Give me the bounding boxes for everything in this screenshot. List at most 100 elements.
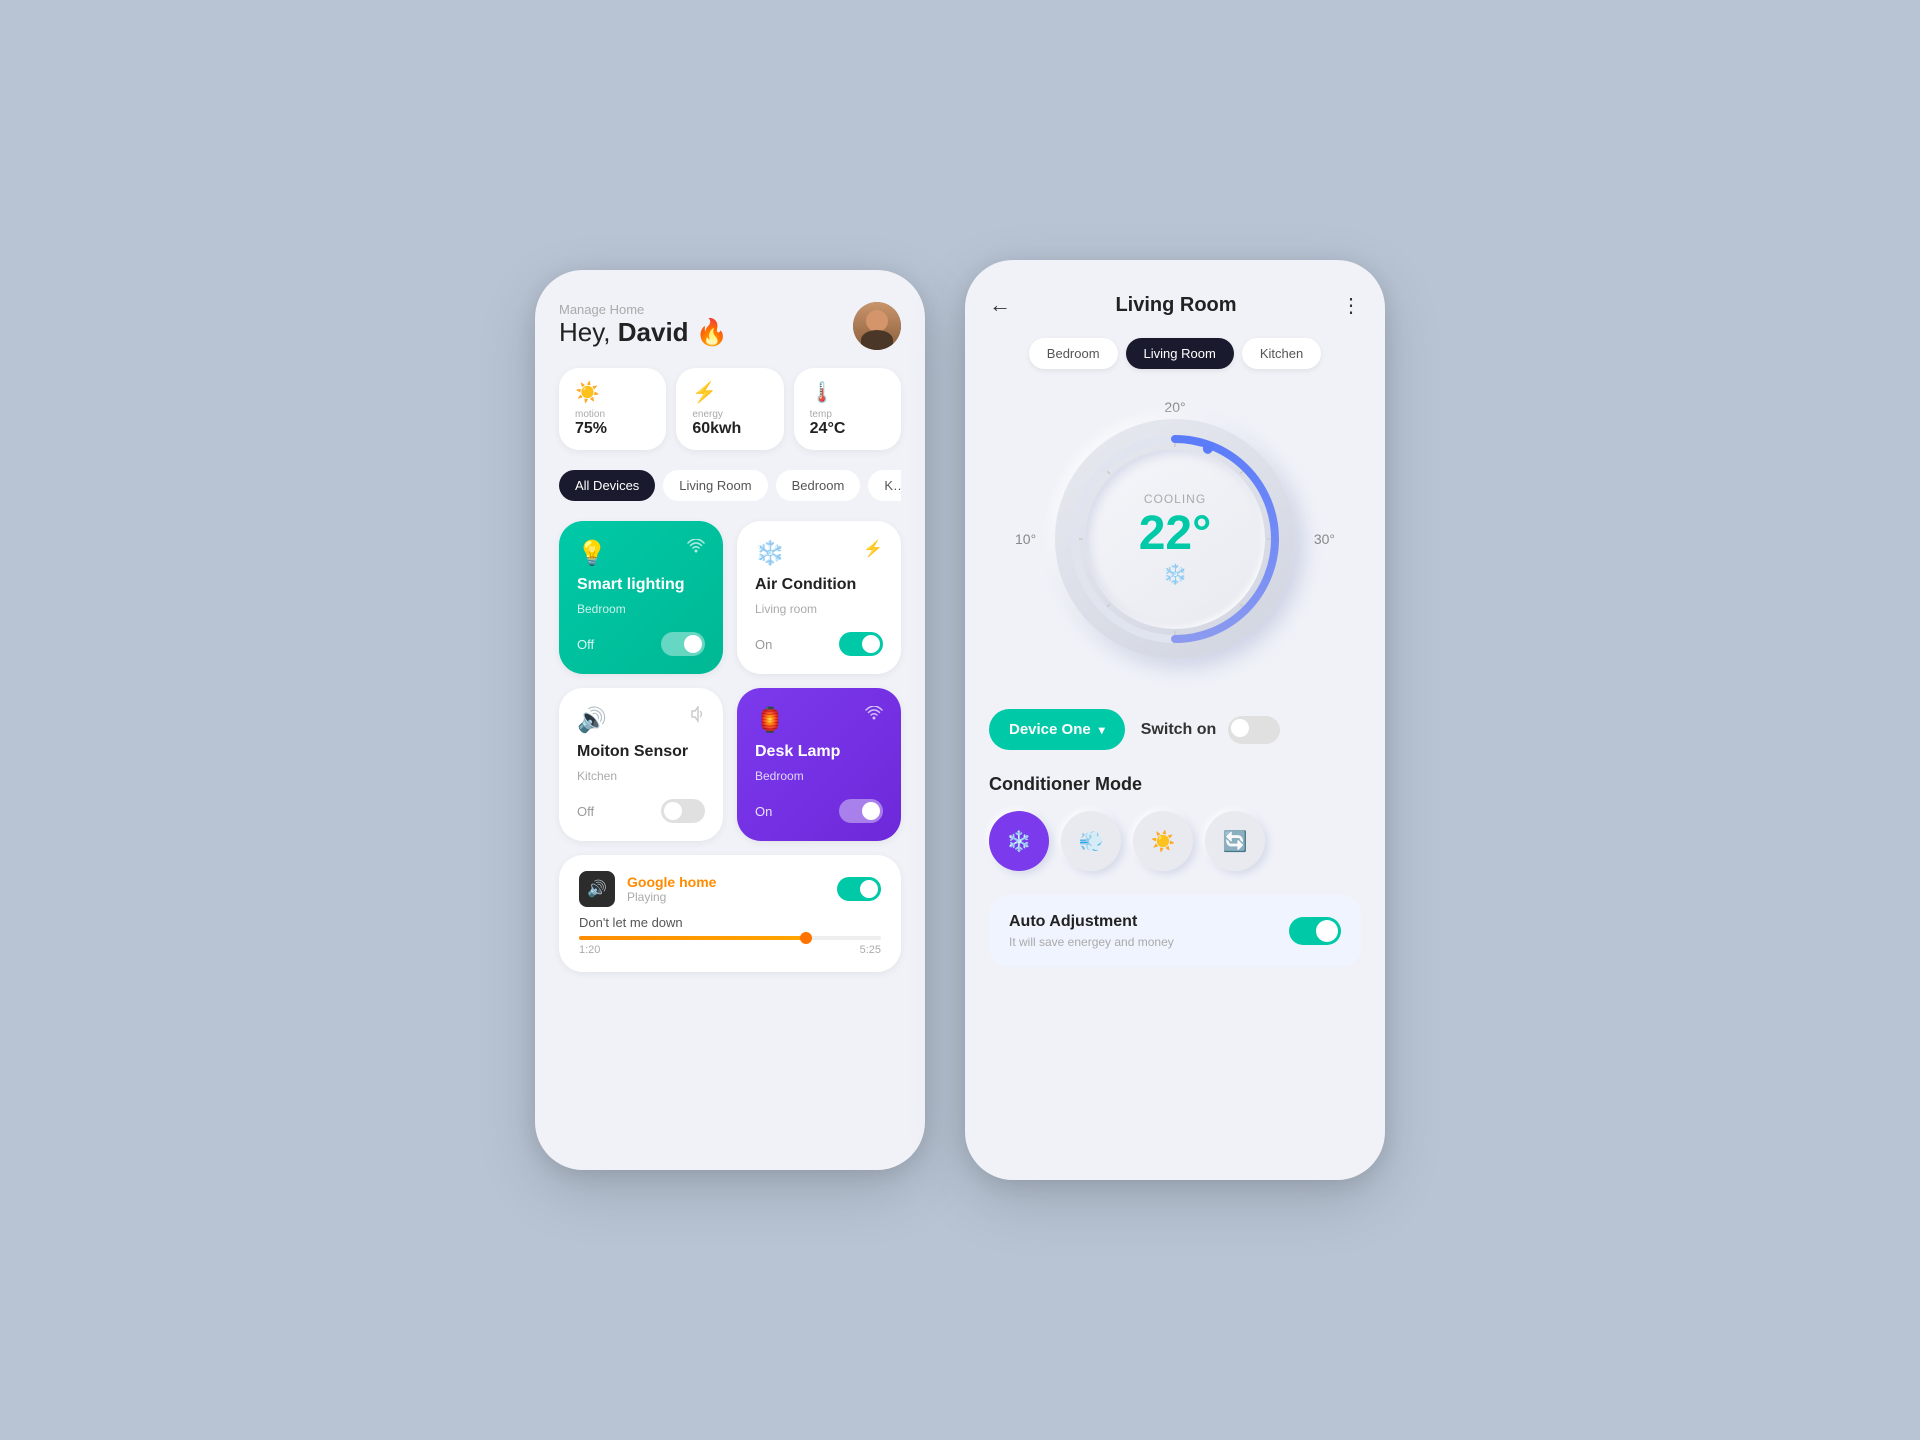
google-toggle[interactable]: [837, 877, 881, 901]
device-one-label: Device One: [1009, 721, 1091, 738]
device-card-top-lamp: 🏮: [755, 706, 883, 735]
ac-room: Living room: [755, 602, 883, 616]
auto-adjustment-desc: It will save energey and money: [1009, 935, 1174, 949]
filter-tabs: All Devices Living Room Bedroom K…: [559, 470, 901, 501]
google-home-card: 🔊 Google home Playing Don't let me down …: [559, 855, 901, 972]
stat-label-motion: motion: [575, 409, 605, 420]
tab-bedroom[interactable]: Bedroom: [1029, 338, 1118, 369]
device-bottom-motion: Off: [577, 799, 705, 823]
progress-fill: [579, 936, 806, 940]
tab-living-room[interactable]: Living Room: [1126, 338, 1234, 369]
device-card-desk-lamp[interactable]: 🏮 Desk Lamp Bedroom On: [737, 688, 901, 841]
stat-label-energy: energy: [692, 409, 723, 420]
google-card-top: 🔊 Google home Playing: [579, 871, 881, 907]
user-avatar[interactable]: [853, 302, 901, 350]
back-button[interactable]: ←: [989, 292, 1011, 318]
manage-home-label: Manage Home: [559, 302, 728, 317]
progress-dot: [800, 932, 812, 944]
temp-icon: 🌡️: [810, 380, 835, 405]
desk-lamp-room: Bedroom: [755, 769, 883, 783]
greeting-prefix: Hey,: [559, 317, 618, 347]
mode-btn-rotate[interactable]: 🔄: [1205, 811, 1265, 871]
switch-on-label: Switch on: [1141, 721, 1217, 739]
progress-bar[interactable]: [579, 936, 881, 940]
stat-card-temp: 🌡️ temp 24°C: [794, 368, 901, 450]
device-card-top-motion: 🔊: [577, 706, 705, 735]
tab-all-devices[interactable]: All Devices: [559, 470, 655, 501]
smart-lighting-room: Bedroom: [577, 602, 705, 616]
ac-toggle[interactable]: [839, 632, 883, 656]
auto-adjustment-title: Auto Adjustment: [1009, 913, 1174, 931]
thermostat-container: 20° 10° 30°: [989, 399, 1361, 679]
device-grid: 💡 Smart lighting Bedroom Off ❄️ ⚡ Air Co…: [559, 521, 901, 841]
time-total: 5:25: [860, 944, 881, 956]
device-bottom-lighting: Off: [577, 632, 705, 656]
stat-value-energy: 60kwh: [692, 420, 741, 438]
conditioner-mode-section: Conditioner Mode ❄️ 💨 ☀️ 🔄: [989, 774, 1361, 871]
lamp-icon: 💡: [577, 539, 607, 568]
google-info: Google home Playing: [627, 874, 825, 904]
device-bottom-lamp: On: [755, 799, 883, 823]
stat-value-temp: 24°C: [810, 420, 846, 438]
desk-lamp-toggle[interactable]: [839, 799, 883, 823]
mode-btn-wind[interactable]: 💨: [1061, 811, 1121, 871]
time-current: 1:20: [579, 944, 600, 956]
greeting-text: Hey, David 🔥: [559, 317, 728, 348]
motion-room: Kitchen: [577, 769, 705, 783]
device-card-air-condition[interactable]: ❄️ ⚡ Air Condition Living room On: [737, 521, 901, 674]
device-card-top-ac: ❄️ ⚡: [755, 539, 883, 568]
motion-name: Moiton Sensor: [577, 743, 705, 761]
switch-on-row: Switch on: [1141, 716, 1281, 744]
mode-buttons: ❄️ 💨 ☀️ 🔄: [989, 811, 1361, 871]
thermostat-dial[interactable]: COOLING 22° ❄️: [1055, 419, 1295, 659]
thermostat-temp: 22°: [1139, 510, 1212, 558]
switch-on-toggle[interactable]: [1228, 716, 1280, 744]
wifi-icon: [687, 539, 705, 558]
progress-times: 1:20 5:25: [579, 944, 881, 956]
greeting-section: Manage Home Hey, David 🔥: [559, 302, 728, 348]
avatar-image: [853, 302, 901, 350]
google-status: Playing: [627, 890, 825, 904]
thermostat-inner: COOLING 22° ❄️: [1085, 449, 1265, 629]
device-bottom-ac: On: [755, 632, 883, 656]
device-card-motion-sensor[interactable]: 🔊 Moiton Sensor Kitchen Off: [559, 688, 723, 841]
auto-adjustment-info: Auto Adjustment It will save energey and…: [1009, 913, 1174, 949]
device-card-smart-lighting[interactable]: 💡 Smart lighting Bedroom Off: [559, 521, 723, 674]
tab-kitchen[interactable]: K…: [868, 470, 901, 501]
smart-lighting-status: Off: [577, 637, 594, 652]
greeting-name: David: [618, 317, 689, 347]
auto-adjustment-card: Auto Adjustment It will save energey and…: [989, 895, 1361, 967]
google-home-name: Google home: [627, 874, 825, 890]
phone2-header: ← Living Room ⋮: [989, 292, 1361, 318]
tab-kitchen[interactable]: Kitchen: [1242, 338, 1321, 369]
bt-icon-motion: [691, 706, 705, 729]
tab-living-room[interactable]: Living Room: [663, 470, 767, 501]
google-name-prefix: Google: [627, 874, 675, 890]
device-card-top: 💡: [577, 539, 705, 568]
temp-left-label: 10°: [1015, 531, 1036, 547]
desk-lamp-name: Desk Lamp: [755, 743, 883, 761]
device-selector-row: Device One ▾ Switch on: [989, 709, 1361, 750]
phone-2: ← Living Room ⋮ Bedroom Living Room Kitc…: [965, 260, 1385, 1180]
energy-icon: ⚡: [692, 380, 717, 405]
speaker-icon: 🔊: [577, 706, 607, 735]
more-options-button[interactable]: ⋮: [1341, 293, 1361, 318]
temp-right-label: 30°: [1314, 531, 1335, 547]
desk-lamp-icon: 🏮: [755, 706, 785, 735]
mode-btn-sun[interactable]: ☀️: [1133, 811, 1193, 871]
smart-lighting-name: Smart lighting: [577, 576, 705, 594]
tab-bedroom[interactable]: Bedroom: [776, 470, 861, 501]
temp-top-label: 20°: [1164, 399, 1185, 415]
google-song: Don't let me down: [579, 915, 881, 930]
desk-lamp-status: On: [755, 804, 772, 819]
stat-label-temp: temp: [810, 409, 832, 420]
motion-status: Off: [577, 804, 594, 819]
bt-icon-ac: ⚡: [863, 539, 883, 559]
smart-lighting-toggle[interactable]: [661, 632, 705, 656]
google-name-suffix: home: [675, 874, 716, 890]
motion-toggle[interactable]: [661, 799, 705, 823]
google-home-icon: 🔊: [579, 871, 615, 907]
mode-btn-freeze[interactable]: ❄️: [989, 811, 1049, 871]
auto-adjustment-toggle[interactable]: [1289, 917, 1341, 945]
device-selector-button[interactable]: Device One ▾: [989, 709, 1125, 750]
